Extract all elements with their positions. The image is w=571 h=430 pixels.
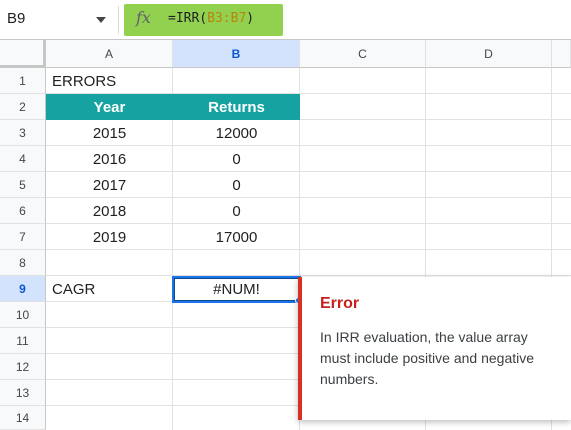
row-header-13[interactable]: 13 — [0, 380, 46, 406]
row-header-3[interactable]: 3 — [0, 120, 46, 146]
cell-b2[interactable]: Returns — [173, 94, 300, 120]
name-box-value: B9 — [7, 10, 26, 27]
row-header-5[interactable]: 5 — [0, 172, 46, 198]
cell-b7[interactable]: 17000 — [173, 224, 300, 250]
row-header-7[interactable]: 7 — [0, 224, 46, 250]
cell-a9[interactable]: CAGR — [46, 276, 173, 302]
cell-a1[interactable]: ERRORS — [46, 68, 173, 94]
error-message: In IRR evaluation, the value array must … — [320, 329, 535, 387]
cell-a4[interactable]: 2016 — [46, 146, 173, 172]
formula-suffix: ) — [246, 11, 255, 26]
cell-a2[interactable]: Year — [46, 94, 173, 120]
column-header-b[interactable]: B — [173, 40, 300, 68]
row-header-1[interactable]: 1 — [0, 68, 46, 94]
column-header-d[interactable]: D — [426, 40, 552, 68]
row-header-8[interactable]: 8 — [0, 250, 46, 276]
cell-a6[interactable]: 2018 — [46, 198, 173, 224]
column-header-c[interactable]: C — [300, 40, 426, 68]
cell-b4[interactable]: 0 — [173, 146, 300, 172]
column-header-a[interactable]: A — [46, 40, 173, 68]
cell-a5[interactable]: 2017 — [46, 172, 173, 198]
error-title: Error — [320, 295, 360, 312]
row-header-10[interactable]: 10 — [0, 302, 46, 328]
row-header-12[interactable]: 12 — [0, 354, 46, 380]
cell-a3[interactable]: 2015 — [46, 120, 173, 146]
row-header-14[interactable]: 14 — [0, 406, 46, 430]
row-header-4[interactable]: 4 — [0, 146, 46, 172]
cell-b5[interactable]: 0 — [173, 172, 300, 198]
error-tooltip: Error In IRR evaluation, the value array… — [298, 277, 571, 420]
name-box[interactable]: B9 — [0, 0, 118, 40]
cell-b9-value: #NUM! — [213, 281, 260, 298]
formula-range-ref: B3:B7 — [207, 11, 247, 26]
row-header-9[interactable]: 9 — [0, 276, 46, 302]
select-all-corner[interactable] — [0, 40, 46, 68]
cell-b3[interactable]: 12000 — [173, 120, 300, 146]
row-header-6[interactable]: 6 — [0, 198, 46, 224]
chevron-down-icon[interactable] — [96, 17, 106, 23]
formula-prefix: =IRR( — [168, 11, 208, 26]
formula-bar-divider — [118, 6, 119, 34]
row-header-2[interactable]: 2 — [0, 94, 46, 120]
cell-b6[interactable]: 0 — [173, 198, 300, 224]
fx-icon: fx — [136, 8, 151, 27]
formula-bar: B9 fx =IRR(B3:B7) — [0, 0, 571, 40]
row-header-11[interactable]: 11 — [0, 328, 46, 354]
column-header-e[interactable] — [552, 40, 571, 68]
cell-a7[interactable]: 2019 — [46, 224, 173, 250]
formula-input[interactable]: =IRR(B3:B7) — [168, 11, 254, 26]
